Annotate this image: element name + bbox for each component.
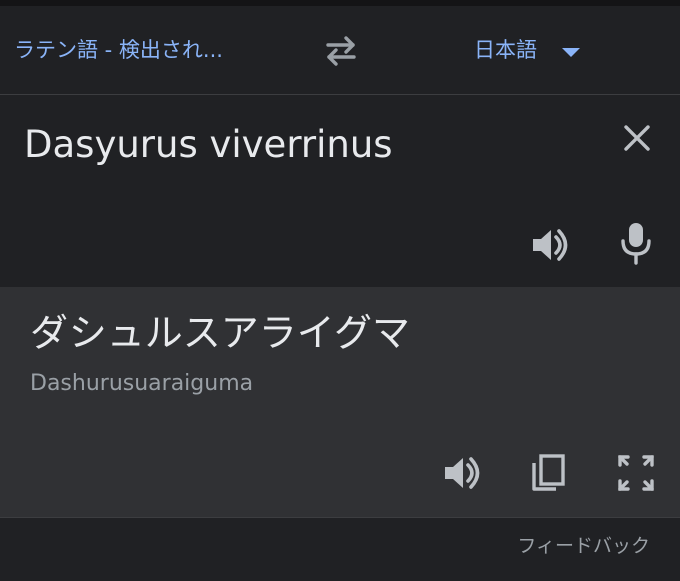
listen-source-button[interactable] <box>528 223 572 267</box>
transliteration-text: Dashurusuaraiguma <box>30 371 254 396</box>
footer: フィードバック <box>0 518 680 581</box>
swap-arrows-icon <box>326 36 356 66</box>
source-text-input[interactable]: Dasyurus viverrinus <box>24 119 584 171</box>
source-input-panel: Dasyurus viverrinus <box>0 95 680 287</box>
microphone-icon <box>621 223 651 265</box>
fullscreen-icon <box>618 455 654 491</box>
copy-icon <box>532 454 565 491</box>
fullscreen-button[interactable] <box>614 451 658 495</box>
swap-languages-button[interactable] <box>320 34 362 68</box>
translated-text: ダシュルスアライグマ <box>30 311 411 355</box>
target-language-dropdown[interactable] <box>560 44 582 58</box>
translation-output-panel: ダシュルスアライグマ Dashurusuaraiguma <box>0 287 680 517</box>
source-language-selector[interactable]: ラテン語 - 検出され... <box>14 34 274 66</box>
caret-down-icon <box>562 48 580 57</box>
clear-input-button[interactable] <box>618 119 656 157</box>
language-bar: ラテン語 - 検出され... 日本語 <box>0 6 680 94</box>
speaker-icon <box>533 229 568 261</box>
voice-input-button[interactable] <box>614 219 658 267</box>
feedback-link[interactable]: フィードバック <box>517 532 650 560</box>
target-language-selector[interactable]: 日本語 <box>474 34 537 66</box>
close-icon <box>624 125 650 151</box>
speaker-icon <box>445 457 480 489</box>
listen-translation-button[interactable] <box>440 451 484 495</box>
copy-translation-button[interactable] <box>528 451 570 495</box>
